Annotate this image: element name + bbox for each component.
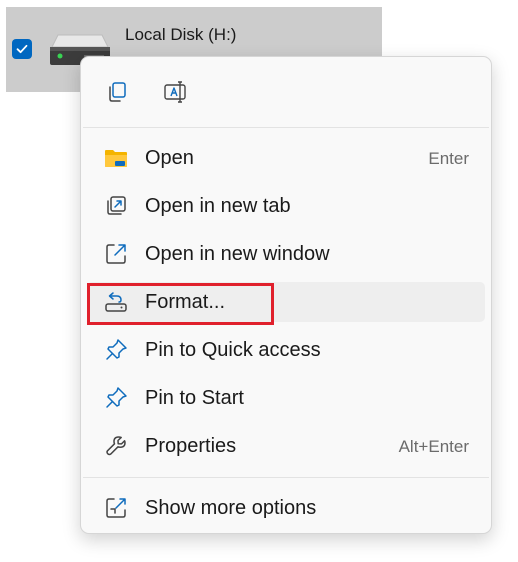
new-tab-icon	[107, 196, 126, 215]
menu-item-label: Open in new window	[145, 243, 330, 265]
explorer-view: Local Disk (H:) Open Enter Open in new t…	[0, 0, 518, 562]
selection-checkbox[interactable]	[12, 39, 32, 59]
menu-item-pin-quick-access[interactable]: Pin to Quick access	[87, 330, 485, 370]
rename-button[interactable]	[158, 74, 194, 110]
menu-item-properties[interactable]: Properties Alt+Enter	[87, 426, 485, 466]
highlight-annotation	[87, 283, 274, 325]
pin-icon	[106, 339, 127, 360]
drive-label: Local Disk (H:)	[125, 25, 237, 44]
copy-icon	[109, 82, 126, 102]
menu-item-pin-start[interactable]: Pin to Start	[87, 378, 485, 418]
menu-divider	[83, 477, 489, 478]
menu-item-open-new-window[interactable]: Open in new window	[87, 234, 485, 274]
menu-item-label: Properties	[145, 435, 237, 457]
wrench-icon	[106, 436, 126, 456]
menu-item-label: Pin to Quick access	[145, 339, 321, 361]
pin-icon	[106, 387, 127, 408]
folder-icon	[105, 150, 127, 167]
new-window-icon	[106, 244, 126, 264]
copy-button[interactable]	[99, 74, 135, 110]
menu-item-open-new-tab[interactable]: Open in new tab	[87, 186, 485, 226]
menu-item-label: Open	[145, 147, 194, 169]
rename-icon	[164, 81, 186, 103]
quick-actions-bar	[81, 57, 491, 127]
menu-item-label: Open in new tab	[145, 195, 291, 217]
menu-item-label: Pin to Start	[145, 387, 244, 409]
menu-item-shortcut: Alt+Enter	[398, 437, 469, 456]
show-more-icon	[106, 498, 126, 518]
menu-item-open[interactable]: Open Enter	[87, 138, 485, 178]
menu-item-show-more-options[interactable]: Show more options	[87, 488, 485, 528]
checkmark-icon	[16, 44, 28, 54]
menu-divider	[83, 127, 489, 128]
menu-item-label: Show more options	[145, 497, 317, 519]
menu-item-shortcut: Enter	[428, 149, 469, 168]
